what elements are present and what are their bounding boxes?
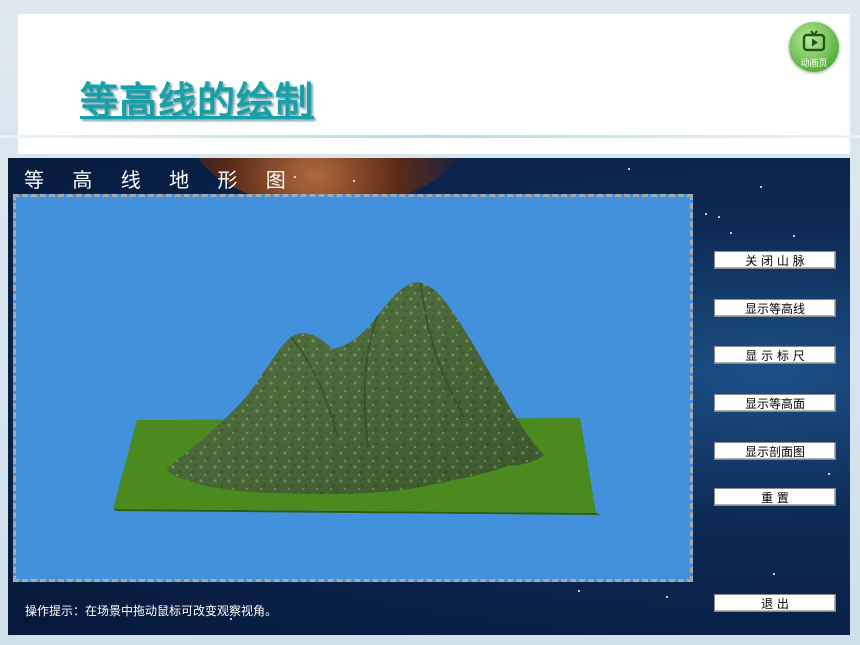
terrain-scene [113, 282, 601, 515]
star [705, 213, 707, 215]
show-contours-button[interactable]: 显示等高线 [714, 299, 836, 317]
star [760, 186, 762, 188]
star [578, 590, 580, 592]
contour-map-app: 等 高 线 地 形 图 关 闭 山 脉 显示等高线 显 示 标 尺 显示等高面 … [8, 158, 850, 635]
close-mountain-button[interactable]: 关 闭 山 脉 [714, 251, 836, 269]
star [666, 596, 668, 598]
terrain-3d-viewport[interactable] [13, 194, 693, 582]
animation-page-label: 动画页 [800, 59, 828, 69]
star [730, 232, 732, 234]
reset-button[interactable]: 重 置 [714, 488, 836, 506]
exit-button[interactable]: 退 出 [714, 594, 836, 612]
star [628, 168, 630, 170]
show-profile-button[interactable]: 显示剖面图 [714, 442, 836, 460]
show-contour-surface-button[interactable]: 显示等高面 [714, 394, 836, 412]
show-ruler-button[interactable]: 显 示 标 尺 [714, 346, 836, 364]
star [793, 235, 795, 237]
star [773, 573, 775, 575]
mountain-shading [166, 282, 544, 495]
play-icon [802, 30, 826, 52]
star [828, 473, 830, 475]
operation-hint: 操作提示：在场景中拖动鼠标可改变观察视角。 [25, 604, 278, 618]
star [353, 180, 355, 182]
header-divider [0, 135, 860, 138]
slide-title: 等高线的绘制 [80, 79, 315, 123]
animation-page-button[interactable]: 动画页 [789, 22, 839, 72]
star [718, 216, 720, 218]
app-title: 等 高 线 地 形 图 [24, 168, 297, 192]
